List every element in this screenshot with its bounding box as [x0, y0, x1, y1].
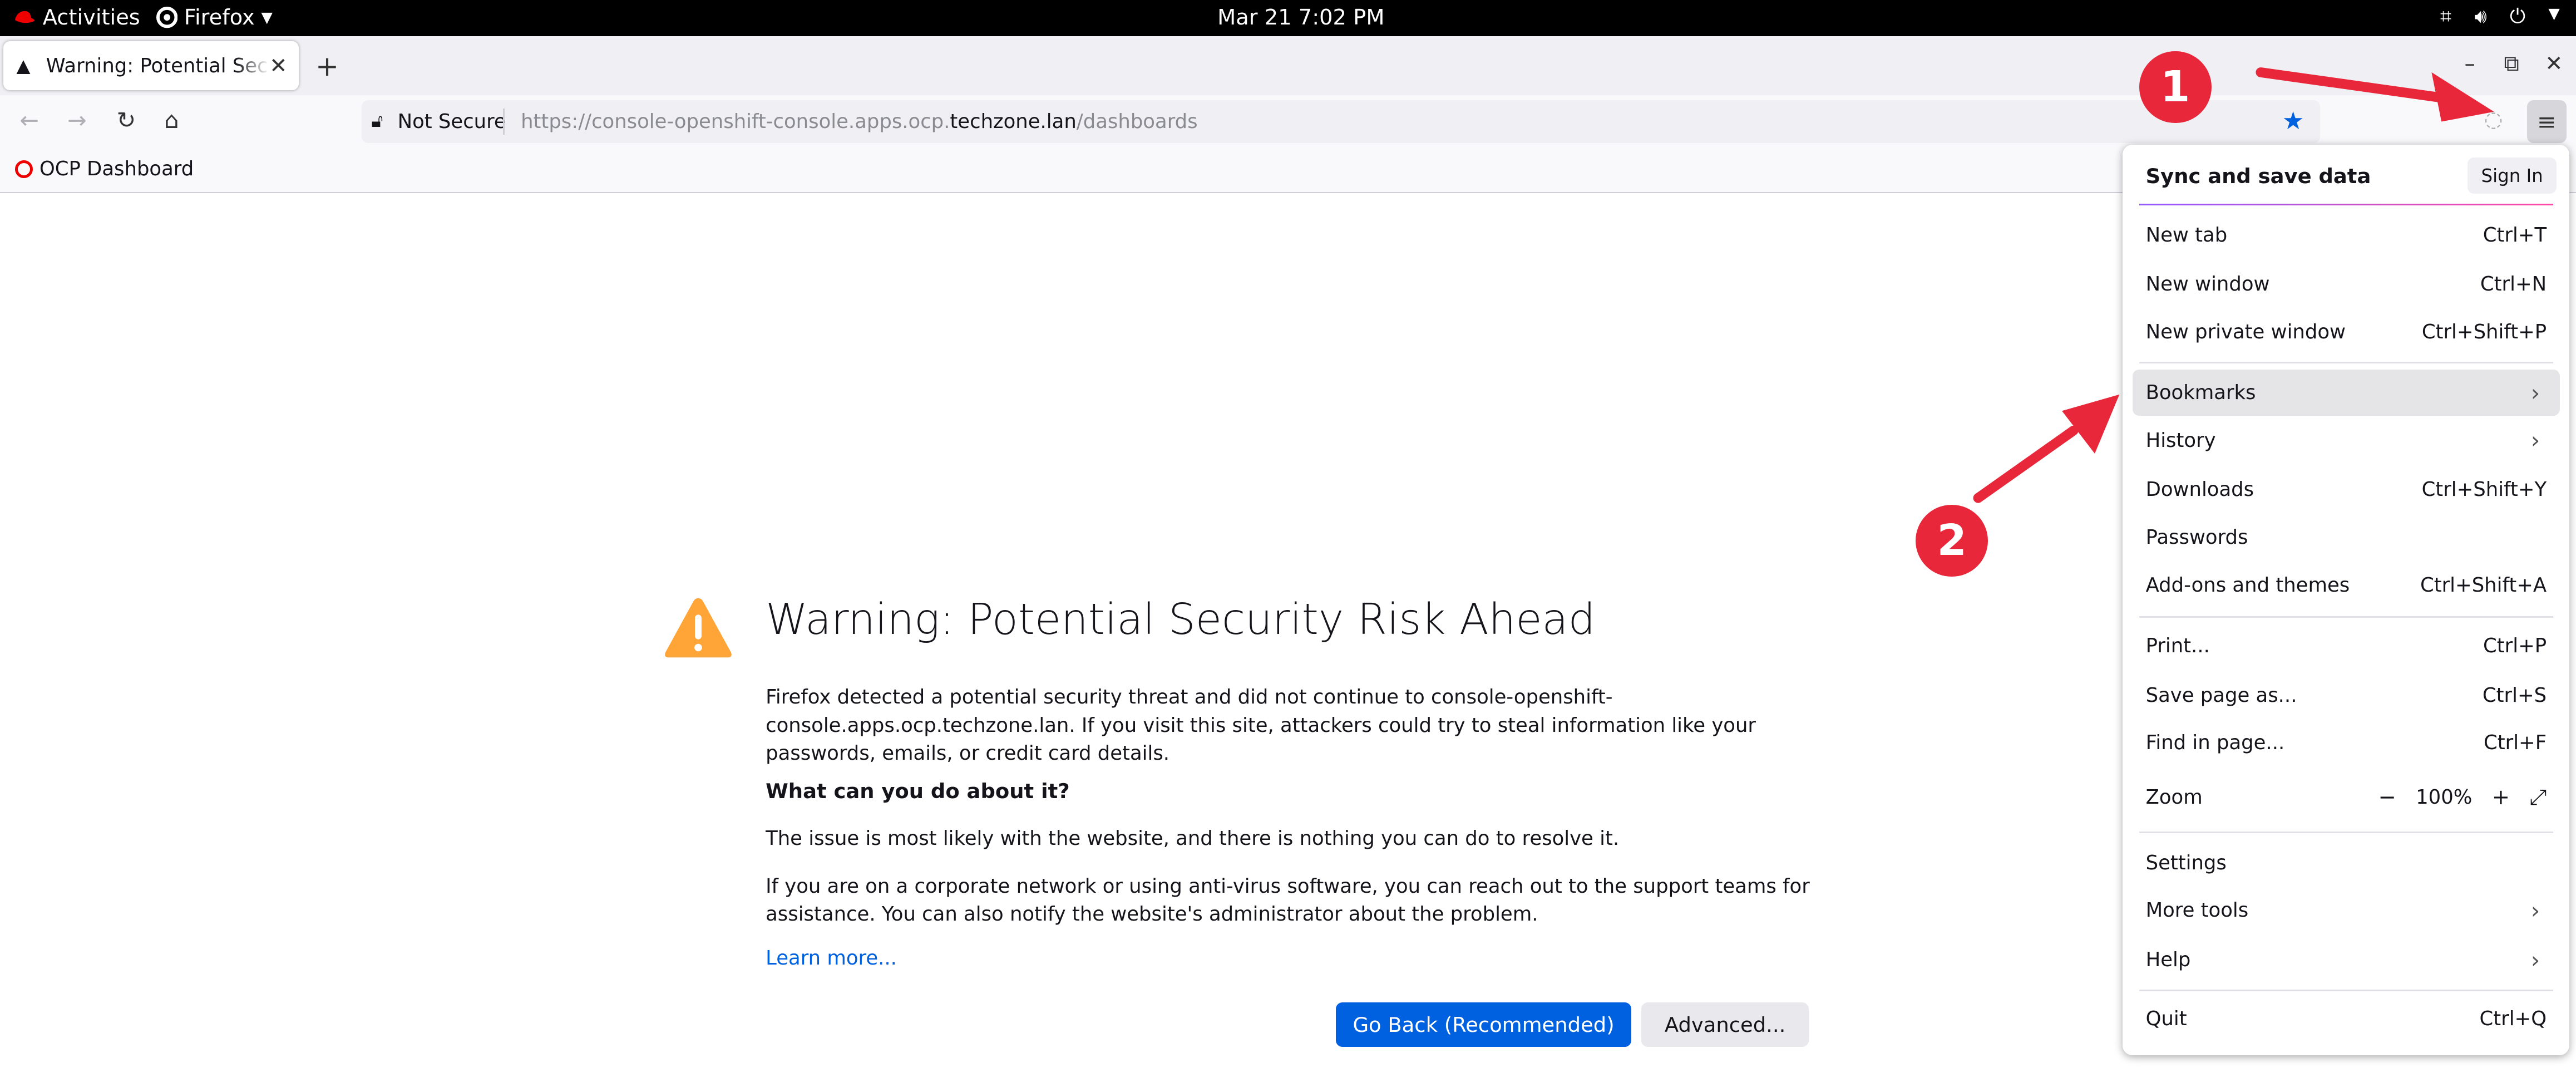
- annotation-badge-1: 1: [2139, 51, 2212, 124]
- annotation-badge-2: 2: [1916, 504, 1988, 577]
- annotation-arrows: [1973, 67, 2494, 503]
